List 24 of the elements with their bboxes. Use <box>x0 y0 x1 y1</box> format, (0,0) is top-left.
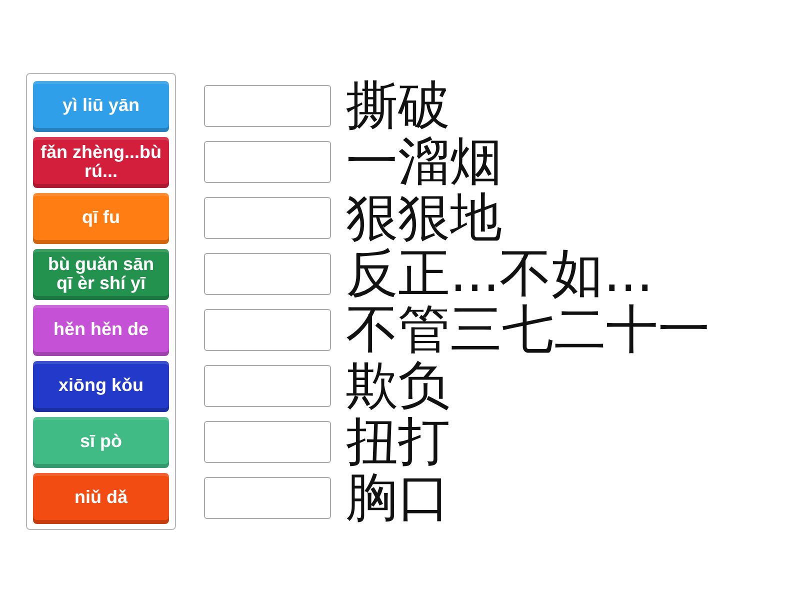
word-tile[interactable]: sī pò <box>33 417 169 468</box>
hanzi-word: 狠狠地 <box>346 192 502 244</box>
answer-box[interactable] <box>204 140 331 182</box>
word-tile[interactable]: fǎn zhèng...bù rú... <box>33 137 169 188</box>
hanzi-word: 一溜烟 <box>346 136 502 188</box>
answer-box[interactable] <box>204 476 331 518</box>
answer-box[interactable] <box>204 364 331 406</box>
word-tile[interactable]: yì liū yān <box>33 81 169 132</box>
answer-box[interactable] <box>204 196 331 238</box>
hanzi-word: 欺负 <box>346 360 450 412</box>
word-tile[interactable]: xiōng kǒu <box>33 361 169 412</box>
word-tile[interactable]: qī fu <box>33 193 169 244</box>
word-tile[interactable]: niǔ dǎ <box>33 473 169 524</box>
answer-box[interactable] <box>204 420 331 462</box>
word-tile[interactable]: bù guǎn sān qī èr shí yī <box>33 249 169 300</box>
answer-box[interactable] <box>204 308 331 350</box>
answer-box[interactable] <box>204 84 331 126</box>
answer-box[interactable] <box>204 252 331 294</box>
hanzi-word: 胸口 <box>346 472 450 524</box>
hanzi-word: 不管三七二十一 <box>346 304 710 356</box>
hanzi-word: 撕破 <box>346 80 450 132</box>
hanzi-word: 反正...不如... <box>346 248 654 300</box>
hanzi-word: 扭打 <box>346 416 450 468</box>
word-tile[interactable]: hěn hěn de <box>33 305 169 356</box>
